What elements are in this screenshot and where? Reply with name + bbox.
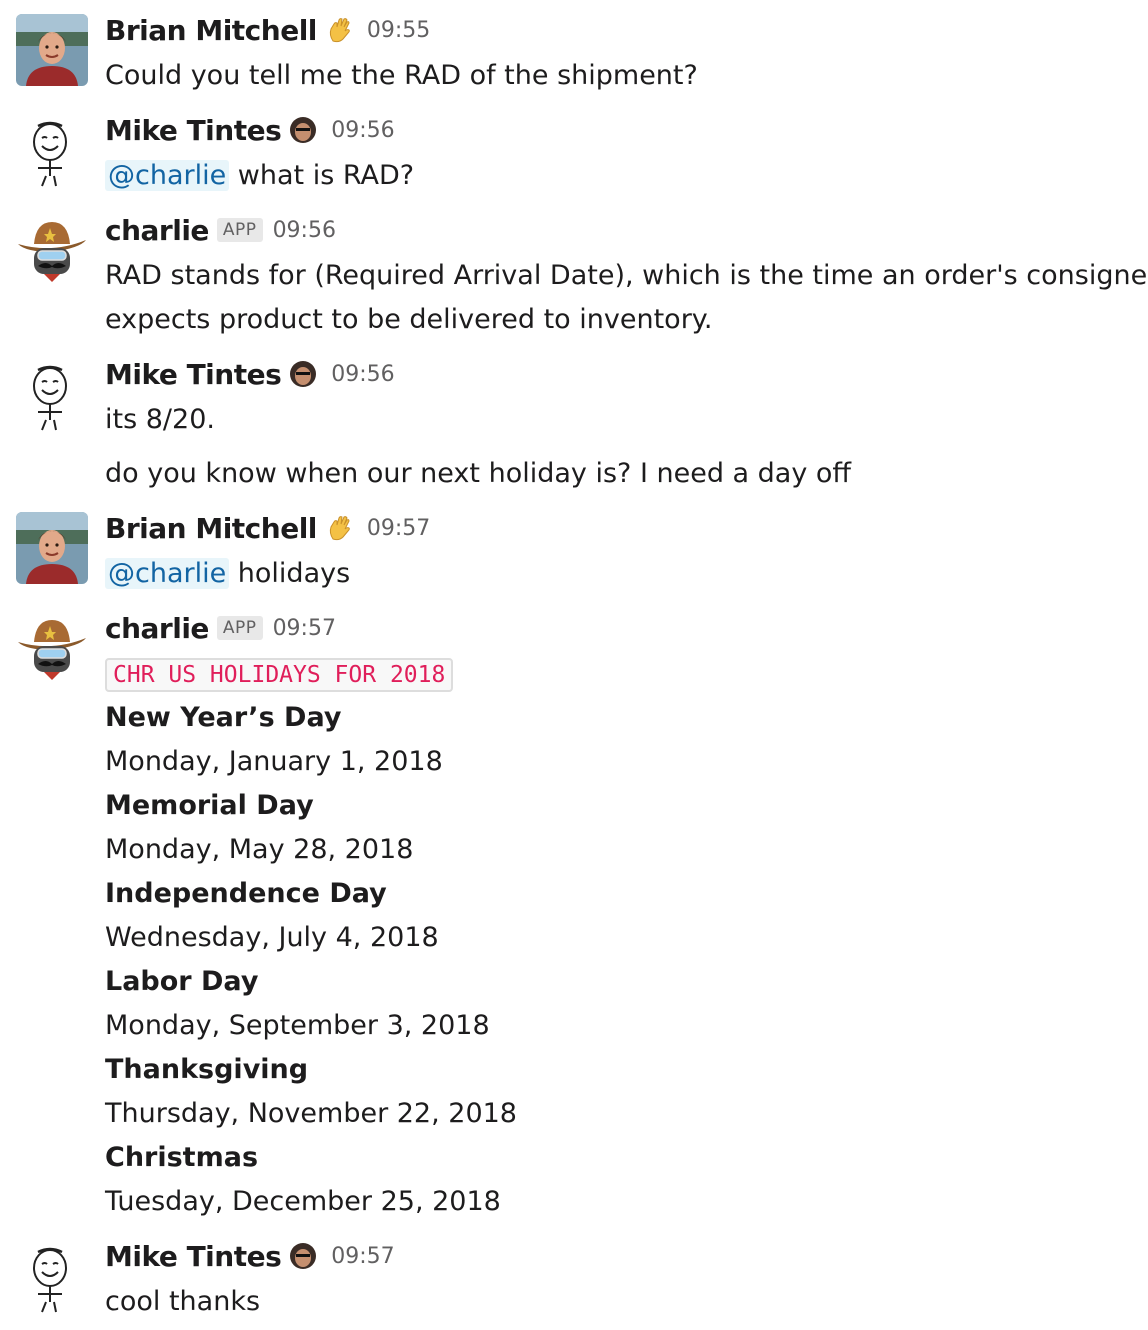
author-name[interactable]: Mike Tintes bbox=[105, 114, 282, 147]
cowboy-robot-avatar-icon bbox=[16, 214, 88, 286]
mention-link[interactable]: @charlie bbox=[105, 558, 230, 589]
author-name[interactable]: Mike Tintes bbox=[105, 1240, 282, 1273]
message-text-rest: holidays bbox=[229, 558, 351, 589]
avatar[interactable] bbox=[16, 360, 88, 432]
message-text: @charlie what is RAD? bbox=[105, 154, 414, 198]
message-text: cool thanks bbox=[105, 1286, 261, 1317]
holiday-name: Thanksgiving bbox=[105, 1054, 309, 1085]
holiday-date: Tuesday, December 25, 2018 bbox=[105, 1186, 501, 1217]
avatar[interactable] bbox=[16, 14, 88, 86]
message-text: Could you tell me the RAD of the shipmen… bbox=[105, 60, 698, 91]
app-badge: APP bbox=[216, 616, 263, 640]
holiday-date: Monday, January 1, 2018 bbox=[105, 746, 443, 777]
waving-hand-icon bbox=[325, 512, 357, 544]
cowboy-robot-avatar-icon bbox=[16, 612, 88, 684]
author-name[interactable]: Brian Mitchell bbox=[105, 512, 317, 545]
photo-avatar-icon bbox=[16, 512, 88, 584]
person-face-icon bbox=[289, 1240, 321, 1272]
timestamp[interactable]: 09:55 bbox=[367, 18, 430, 43]
holiday-name: Memorial Day bbox=[105, 790, 314, 821]
author-name[interactable]: Mike Tintes bbox=[105, 358, 282, 391]
timestamp[interactable]: 09:57 bbox=[331, 1244, 394, 1269]
message-text-rest: what is RAD? bbox=[229, 160, 415, 191]
message-text-line: its 8/20. bbox=[105, 404, 215, 435]
person-face-icon bbox=[289, 114, 321, 146]
avatar[interactable] bbox=[16, 512, 88, 584]
holiday-name: New Year’s Day bbox=[105, 702, 342, 733]
message-text-line: do you know when our next holiday is? I … bbox=[105, 458, 852, 489]
app-badge: APP bbox=[216, 218, 263, 242]
timestamp[interactable]: 09:56 bbox=[331, 118, 394, 143]
inline-code: CHR US HOLIDAYS FOR 2018 bbox=[105, 658, 454, 692]
holiday-name: Independence Day bbox=[105, 878, 387, 909]
code-block-line: CHR US HOLIDAYS FOR 2018 bbox=[105, 652, 454, 697]
holiday-date: Thursday, November 22, 2018 bbox=[105, 1098, 517, 1129]
photo-avatar-icon bbox=[16, 14, 88, 86]
waving-hand-icon bbox=[325, 14, 357, 46]
avatar[interactable] bbox=[16, 116, 88, 188]
stick-figure-avatar-icon bbox=[16, 360, 88, 432]
avatar[interactable] bbox=[16, 612, 88, 684]
holiday-date: Monday, May 28, 2018 bbox=[105, 834, 414, 865]
timestamp[interactable]: 09:57 bbox=[273, 616, 336, 641]
timestamp[interactable]: 09:57 bbox=[367, 516, 430, 541]
message-text-line: RAD stands for (Required Arrival Date), … bbox=[105, 260, 1148, 291]
holiday-date: Wednesday, July 4, 2018 bbox=[105, 922, 439, 953]
message-text-line: expects product to be delivered to inven… bbox=[105, 304, 713, 335]
mention-link[interactable]: @charlie bbox=[105, 160, 230, 191]
holiday-name: Christmas bbox=[105, 1142, 259, 1173]
person-face-icon bbox=[289, 358, 321, 390]
stick-figure-avatar-icon bbox=[16, 116, 88, 188]
avatar[interactable] bbox=[16, 1242, 88, 1314]
timestamp[interactable]: 09:56 bbox=[273, 218, 336, 243]
stick-figure-avatar-icon bbox=[16, 1242, 88, 1314]
author-name[interactable]: charlie bbox=[105, 214, 209, 247]
holiday-name: Labor Day bbox=[105, 966, 259, 997]
holiday-date: Monday, September 3, 2018 bbox=[105, 1010, 490, 1041]
author-name[interactable]: Brian Mitchell bbox=[105, 14, 317, 47]
timestamp[interactable]: 09:56 bbox=[331, 362, 394, 387]
avatar[interactable] bbox=[16, 214, 88, 286]
author-name[interactable]: charlie bbox=[105, 612, 209, 645]
message-text: @charlie holidays bbox=[105, 552, 350, 596]
